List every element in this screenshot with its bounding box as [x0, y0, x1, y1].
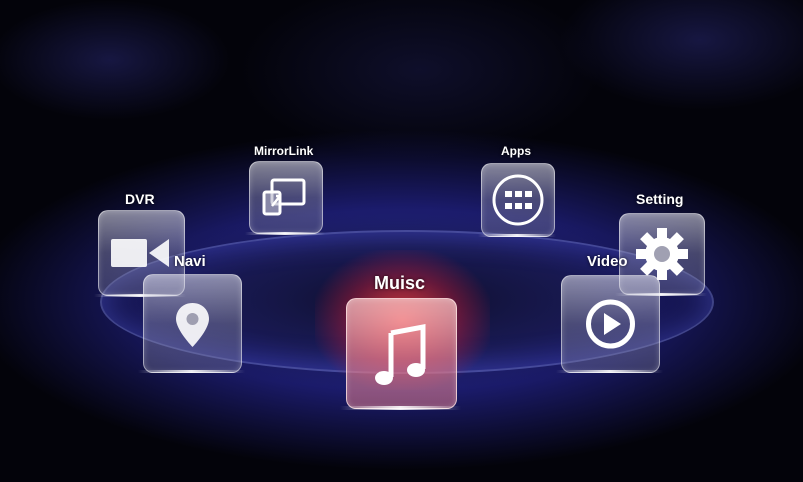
play-icon [586, 299, 635, 349]
navi-button[interactable] [143, 274, 242, 373]
menu-item-apps-label: Apps [501, 144, 531, 158]
music-button[interactable] [346, 298, 457, 409]
menu-item-music-label: Muisc [374, 273, 426, 293]
menu-item-video-label: Video [587, 253, 628, 270]
menu-item-navi-label: Navi [174, 253, 206, 270]
mirrorlink-button[interactable] [249, 161, 323, 234]
navi-reflection [138, 370, 245, 373]
music-note-icon [375, 323, 426, 385]
mirrorlink-icon [262, 178, 306, 216]
apps-reflection [478, 234, 556, 237]
apps-grid-icon [492, 174, 544, 226]
apps-button[interactable] [481, 163, 555, 237]
menu-item-setting-label: Setting [636, 191, 684, 207]
video-reflection [556, 370, 663, 373]
mirrorlink-reflection [245, 232, 325, 235]
menu-item-dvr-label: DVR [125, 191, 155, 207]
menu-item-mirrorlink-label: MirrorLink [254, 144, 314, 158]
map-pin-icon [176, 303, 209, 347]
music-reflection [340, 406, 461, 410]
video-button[interactable] [561, 275, 660, 373]
